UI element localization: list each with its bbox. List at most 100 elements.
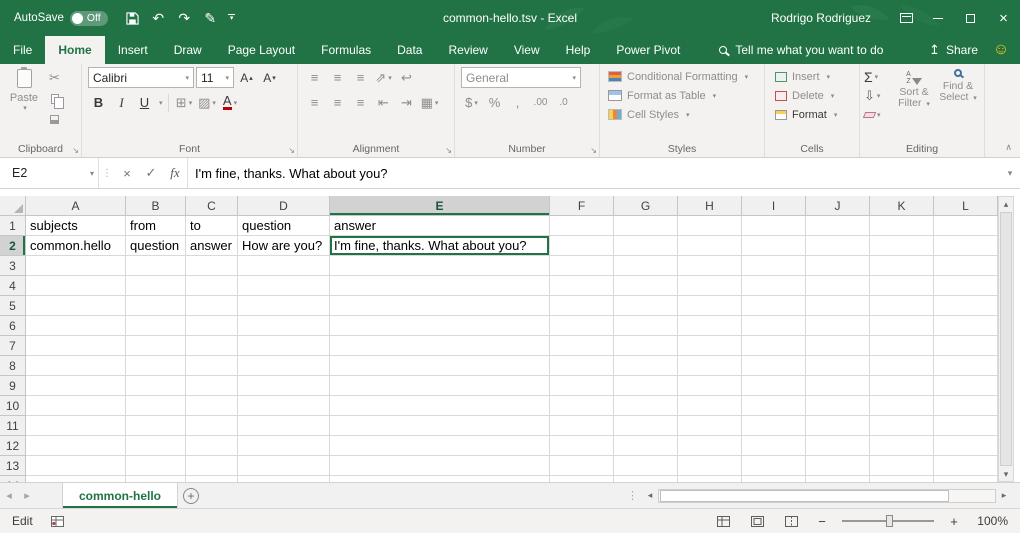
tab-file[interactable]: File: [0, 36, 45, 64]
new-sheet-button[interactable]: +: [178, 483, 204, 508]
number-format-select[interactable]: General▾: [461, 67, 581, 88]
cell-C14[interactable]: [186, 476, 238, 482]
cell-D13[interactable]: [238, 456, 330, 476]
cell-C4[interactable]: [186, 276, 238, 296]
zoom-in-button[interactable]: +: [946, 514, 962, 529]
cell-A5[interactable]: [26, 296, 126, 316]
format-as-table-button[interactable]: Format as Table ▾: [600, 86, 764, 105]
cell-A10[interactable]: [26, 396, 126, 416]
feedback-button[interactable]: ☺: [988, 36, 1014, 64]
format-painter-button[interactable]: [44, 109, 65, 130]
cell-E6[interactable]: [330, 316, 550, 336]
clear-button[interactable]: ▾: [864, 105, 892, 124]
row-header-4[interactable]: 4: [0, 276, 26, 296]
cell-C12[interactable]: [186, 436, 238, 456]
cell-L7[interactable]: [934, 336, 998, 356]
page-layout-view-button[interactable]: [746, 511, 768, 531]
number-dialog-launcher[interactable]: ↘: [590, 146, 597, 155]
decrease-decimal-button[interactable]: .0: [553, 92, 574, 113]
insert-cells-button[interactable]: Insert ▾: [765, 67, 859, 86]
row-header-1[interactable]: 1: [0, 216, 26, 236]
row-header-9[interactable]: 9: [0, 376, 26, 396]
column-header-J[interactable]: J: [806, 196, 870, 216]
cell-I10[interactable]: [742, 396, 806, 416]
merge-center-button[interactable]: ▦▾: [419, 92, 440, 113]
cell-G9[interactable]: [614, 376, 678, 396]
increase-indent-button[interactable]: ⇥: [396, 92, 417, 113]
cell-D8[interactable]: [238, 356, 330, 376]
bottom-align-button[interactable]: ≡: [350, 67, 371, 88]
cell-K1[interactable]: [870, 216, 934, 236]
cell-B12[interactable]: [126, 436, 186, 456]
cell-F8[interactable]: [550, 356, 614, 376]
cell-E9[interactable]: [330, 376, 550, 396]
cell-K6[interactable]: [870, 316, 934, 336]
cell-G7[interactable]: [614, 336, 678, 356]
cell-F2[interactable]: [550, 236, 614, 256]
cell-D5[interactable]: [238, 296, 330, 316]
row-header-10[interactable]: 10: [0, 396, 26, 416]
row-header-12[interactable]: 12: [0, 436, 26, 456]
cell-C11[interactable]: [186, 416, 238, 436]
zoom-thumb[interactable]: [886, 515, 893, 527]
cell-D10[interactable]: [238, 396, 330, 416]
cell-H4[interactable]: [678, 276, 742, 296]
cell-K5[interactable]: [870, 296, 934, 316]
paste-button[interactable]: Paste ▾: [4, 67, 44, 130]
cell-F1[interactable]: [550, 216, 614, 236]
page-break-view-button[interactable]: [780, 511, 802, 531]
cell-H9[interactable]: [678, 376, 742, 396]
cell-G2[interactable]: [614, 236, 678, 256]
cell-B5[interactable]: [126, 296, 186, 316]
cell-D4[interactable]: [238, 276, 330, 296]
cell-I11[interactable]: [742, 416, 806, 436]
cell-J10[interactable]: [806, 396, 870, 416]
ribbon-display-options-button[interactable]: [891, 0, 921, 36]
italic-button[interactable]: I: [111, 92, 132, 113]
undo-button[interactable]: ↶: [146, 5, 171, 31]
cell-E11[interactable]: [330, 416, 550, 436]
user-name[interactable]: Rodrigo Rodriguez: [771, 11, 871, 25]
cell-E4[interactable]: [330, 276, 550, 296]
cell-I8[interactable]: [742, 356, 806, 376]
row-header-6[interactable]: 6: [0, 316, 26, 336]
cell-K2[interactable]: [870, 236, 934, 256]
align-right-button[interactable]: ≡: [350, 92, 371, 113]
font-dialog-launcher[interactable]: ↘: [288, 146, 295, 155]
cell-G4[interactable]: [614, 276, 678, 296]
cell-F4[interactable]: [550, 276, 614, 296]
cell-J13[interactable]: [806, 456, 870, 476]
redo-button[interactable]: ↷: [172, 5, 197, 31]
top-align-button[interactable]: ≡: [304, 67, 325, 88]
tab-home[interactable]: Home: [45, 36, 104, 64]
font-color-button[interactable]: A▾: [220, 92, 241, 113]
cell-I4[interactable]: [742, 276, 806, 296]
cell-B3[interactable]: [126, 256, 186, 276]
cell-E12[interactable]: [330, 436, 550, 456]
middle-align-button[interactable]: ≡: [327, 67, 348, 88]
cell-K12[interactable]: [870, 436, 934, 456]
cell-K9[interactable]: [870, 376, 934, 396]
cell-C13[interactable]: [186, 456, 238, 476]
cell-L12[interactable]: [934, 436, 998, 456]
tab-data[interactable]: Data: [384, 36, 435, 64]
cell-C10[interactable]: [186, 396, 238, 416]
cell-J12[interactable]: [806, 436, 870, 456]
align-center-button[interactable]: ≡: [327, 92, 348, 113]
cell-I9[interactable]: [742, 376, 806, 396]
cell-K3[interactable]: [870, 256, 934, 276]
cell-A2[interactable]: common.hello: [26, 236, 126, 256]
cell-G10[interactable]: [614, 396, 678, 416]
cell-A9[interactable]: [26, 376, 126, 396]
cell-H10[interactable]: [678, 396, 742, 416]
cell-H8[interactable]: [678, 356, 742, 376]
vertical-scrollbar[interactable]: ▴ ▾: [998, 196, 1014, 482]
cell-C2[interactable]: answer: [186, 236, 238, 256]
cell-D9[interactable]: [238, 376, 330, 396]
cell-B14[interactable]: [126, 476, 186, 482]
name-box-dropdown[interactable]: ▾: [90, 169, 94, 178]
name-box[interactable]: E2 ▾: [0, 158, 98, 188]
percent-style-button[interactable]: %: [484, 92, 505, 113]
cell-L10[interactable]: [934, 396, 998, 416]
zoom-slider[interactable]: [842, 514, 934, 528]
